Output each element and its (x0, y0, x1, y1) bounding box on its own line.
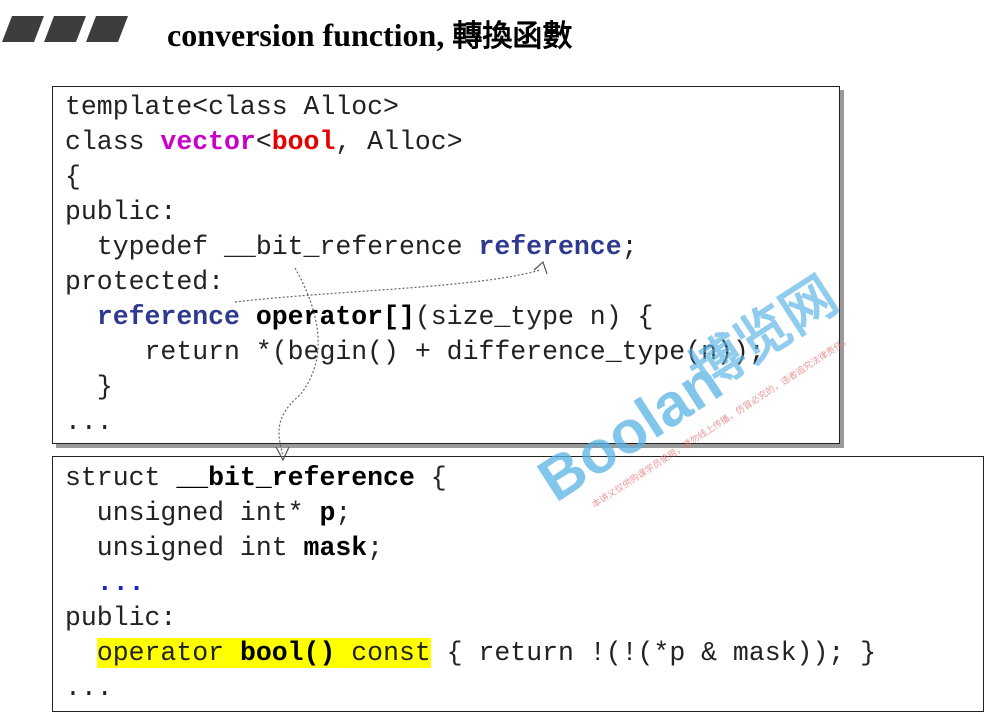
slide-title-text: conversion function, (167, 17, 445, 53)
code-line: class vector<bool, Alloc> (65, 125, 765, 160)
member-mask: mask (303, 533, 368, 563)
code-token: const (335, 638, 431, 668)
code-token: ; (621, 232, 638, 262)
code-line: public: (65, 197, 177, 227)
vector-bool-code: template<class Alloc> class vector<bool, … (65, 90, 765, 440)
code-line: ... (65, 407, 113, 437)
bool-keyword: bool (271, 127, 336, 157)
slide-title: conversion function, 轉換函數 (167, 12, 572, 60)
code-token: { (414, 463, 447, 493)
code-token: unsigned int* (65, 498, 320, 528)
code-token: class (65, 127, 161, 157)
bit-reference-code: struct __bit_reference { unsigned int* p… (65, 461, 876, 706)
operator-subscript: operator[] (255, 302, 415, 332)
code-line: { (65, 162, 81, 192)
ellipsis-blue: ... (96, 568, 145, 598)
reference-typedef-name: reference (478, 232, 622, 262)
highlighted-conversion-operator: operator bool() const (96, 638, 431, 668)
code-line: ... (65, 566, 876, 601)
title-decor-bars (2, 16, 128, 42)
code-line: ... (65, 673, 113, 703)
code-token: unsigned int (65, 533, 304, 563)
code-line: unsigned int* p; (65, 496, 876, 531)
bit-reference-code-box: struct __bit_reference { unsigned int* p… (52, 456, 984, 712)
code-token: (size_type n) { (414, 302, 654, 332)
code-line: operator bool() const { return !(!(*p & … (65, 636, 876, 671)
code-line: struct __bit_reference { (65, 461, 876, 496)
code-token: < (255, 127, 272, 157)
code-token: , Alloc> (335, 127, 463, 157)
bit-reference-struct-name: __bit_reference (176, 463, 415, 493)
code-token: operator (96, 638, 240, 668)
vector-keyword: vector (160, 127, 256, 157)
code-token: { return !(!(*p & mask)); } (430, 638, 877, 668)
code-line: } (65, 372, 113, 402)
code-line: typedef __bit_reference reference; (65, 230, 765, 265)
code-line: unsigned int mask; (65, 531, 876, 566)
code-token: struct (65, 463, 177, 493)
code-token: ; (367, 533, 384, 563)
code-line: protected: (65, 267, 225, 297)
code-token: ; (335, 498, 352, 528)
vector-bool-code-box: template<class Alloc> class vector<bool, … (52, 86, 840, 444)
slide-title-cjk: 轉換函數 (452, 19, 573, 54)
code-line: return *(begin() + difference_type(n)); (65, 337, 765, 367)
code-line: public: (65, 603, 177, 633)
code-line: reference operator[](size_type n) { (65, 300, 765, 335)
bool-operator-name: bool() (239, 638, 336, 668)
member-p: p (319, 498, 336, 528)
code-token: typedef __bit_reference (65, 232, 479, 262)
code-line: template<class Alloc> (65, 92, 399, 122)
reference-return-type: reference (96, 302, 240, 332)
